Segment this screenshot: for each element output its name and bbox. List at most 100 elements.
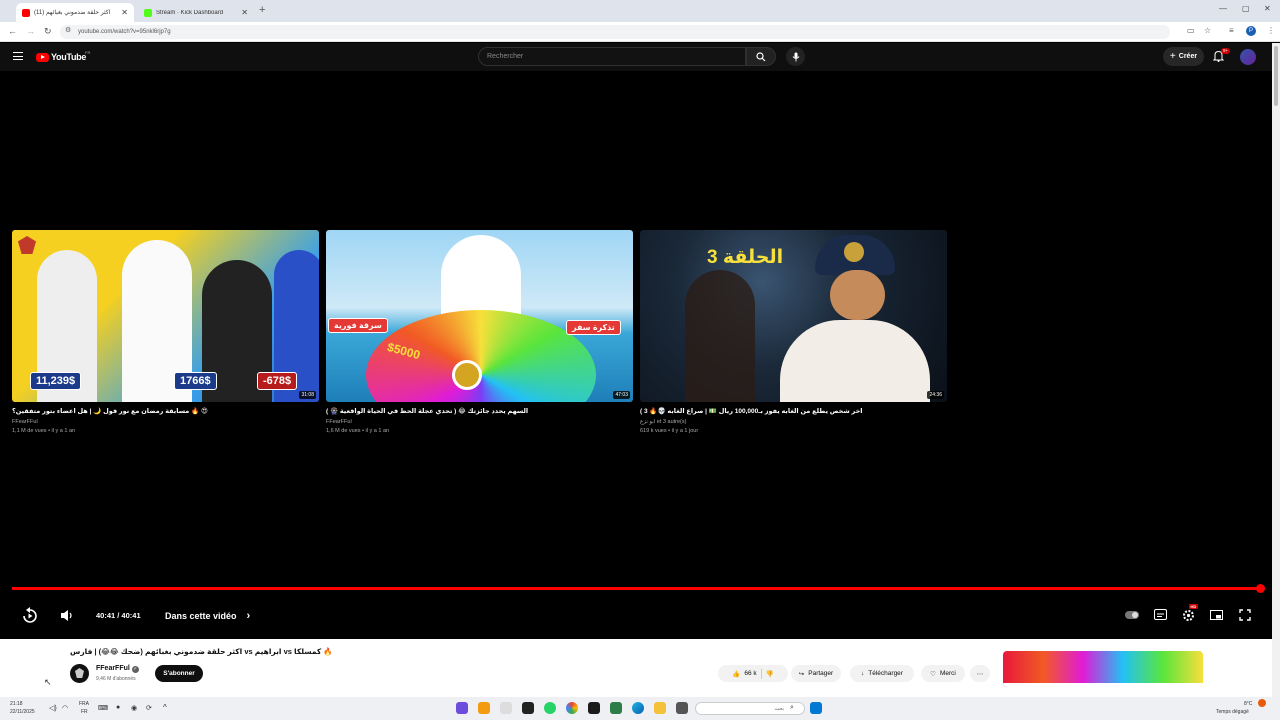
video-thumbnail: 11,239$ 1766$ -678$ 31:08 — [12, 230, 319, 402]
mic-tray-icon[interactable]: ● — [116, 704, 120, 711]
browser-menu-icon[interactable]: ⋮ — [1267, 26, 1275, 35]
chapter-button[interactable]: Dans cette vidéo › — [165, 610, 250, 622]
thanks-heart-icon: ♡ — [930, 670, 936, 678]
replay-icon[interactable] — [21, 607, 39, 625]
new-tab-icon[interactable]: + — [259, 4, 265, 16]
thumbnail-label: تذكرة سفر — [566, 320, 621, 335]
video-title[interactable]: 😍 🔥 مسابقة رمضان مع نور فول 🌙 | هل اعضاء… — [12, 407, 319, 415]
copilot-icon[interactable] — [456, 702, 468, 714]
profile-avatar[interactable]: P — [1246, 26, 1256, 36]
endscreen-video-1[interactable]: 11,239$ 1766$ -678$ 31:08 😍 🔥 مسابقة رمض… — [12, 230, 319, 434]
app-icon[interactable] — [676, 702, 688, 714]
video-thumbnail: سرقة فورية تذكرة سفر $5000 47:03 — [326, 230, 633, 402]
endscreen-video-3[interactable]: الحلقة 3 24:36 اخر شخص يطلع من الغابه يف… — [640, 230, 947, 434]
video-channel[interactable]: FFearFFul — [326, 419, 633, 425]
search-input[interactable]: Rechercher — [478, 47, 746, 66]
video-meta: 619 k vues • il y a 1 jour — [640, 428, 699, 434]
lang-top[interactable]: FRA — [79, 701, 89, 707]
channel-logo-icon — [75, 668, 84, 678]
app-icon[interactable] — [610, 702, 622, 714]
lang-bottom[interactable]: FR — [81, 709, 88, 715]
notifications-badge: 9+ — [1221, 48, 1231, 54]
keyboard-icon[interactable]: ⌨ — [98, 704, 108, 712]
search-icon: ⌕ — [790, 704, 794, 711]
reload-icon[interactable]: ↻ — [44, 26, 52, 37]
thumbnail-label: 11,239$ — [30, 372, 82, 390]
thumbs-down-icon[interactable]: 👎 — [766, 670, 774, 678]
video-channel[interactable]: FFearFFul — [12, 419, 319, 425]
video-title[interactable]: اخر شخص يطلع من الغابه يفوز بـ100,000 ري… — [640, 407, 947, 415]
autoplay-toggle[interactable] — [1125, 611, 1139, 619]
app-icon[interactable] — [500, 702, 512, 714]
minimize-icon[interactable]: — — [1219, 4, 1227, 13]
scrollbar-thumb[interactable] — [1274, 46, 1278, 106]
settings-gear-icon[interactable] — [1182, 609, 1195, 622]
close-tab-icon[interactable]: ✕ — [241, 8, 248, 17]
thanks-label: Merci — [939, 670, 956, 677]
maximize-icon[interactable]: ▢ — [1242, 4, 1250, 13]
weather-temp[interactable]: 8°C — [1244, 701, 1252, 707]
create-button[interactable]: + Créer — [1163, 47, 1204, 66]
endscreen-video-2[interactable]: سرقة فورية تذكرة سفر $5000 47:03 السهم ي… — [326, 230, 633, 434]
cast-icon[interactable]: ▭ — [1187, 26, 1195, 35]
account-avatar[interactable] — [1240, 49, 1256, 65]
edge-icon[interactable] — [632, 702, 644, 714]
scrubber-handle[interactable] — [1256, 584, 1265, 593]
tab-youtube[interactable]: (11) اكثر حلقة ضدموني بغبائهم ✕ — [16, 3, 134, 22]
forward-icon[interactable]: → — [26, 26, 35, 36]
chrome-icon[interactable] — [566, 702, 578, 714]
site-info-icon[interactable]: ⚙ — [65, 26, 71, 34]
youtube-header: YouTube FR Rechercher + Créer 9+ — [0, 43, 1272, 71]
page-scrollbar[interactable] — [1272, 43, 1280, 697]
share-button[interactable]: ↪ Partager — [791, 665, 841, 682]
video-meta: 1,1 M de vues • il y a 1 an — [12, 428, 76, 434]
tray-app-icon[interactable]: ⟳ — [146, 704, 152, 712]
thumbnail-label: سرقة فورية — [328, 318, 388, 333]
subscribe-button[interactable]: S'abonner — [155, 665, 203, 682]
hamburger-menu-icon[interactable] — [13, 52, 23, 60]
extensions-icon[interactable]: ≡ — [1229, 26, 1234, 35]
miniplayer-icon[interactable] — [1210, 610, 1223, 620]
youtube-favicon-icon — [22, 8, 30, 17]
tab-kick[interactable]: Stream · Kick Dashboard ✕ — [138, 3, 254, 22]
more-actions-button[interactable]: ⋯ — [970, 665, 990, 682]
volume-tray-icon[interactable]: ◁) — [49, 704, 57, 712]
video-title[interactable]: السهم يحدد جائزتك 😂 ( تحدي عجلة الحظ في … — [326, 407, 633, 415]
thanks-button[interactable]: ♡ Merci — [921, 665, 965, 682]
video-player[interactable]: 11,239$ 1766$ -678$ 31:08 😍 🔥 مسابقة رمض… — [0, 71, 1272, 639]
video-channel[interactable]: ابو نزع et 3 autre(s) — [640, 419, 947, 425]
chevron-up-icon[interactable]: ^ — [163, 703, 167, 712]
wifi-icon[interactable]: ◠ — [62, 704, 68, 712]
video-meta: 1,6 M de vues • il y a 1 an — [326, 428, 390, 434]
app-icon[interactable] — [588, 702, 600, 714]
fullscreen-icon[interactable] — [1239, 609, 1251, 621]
back-icon[interactable]: ← — [8, 26, 17, 36]
mouse-cursor-icon: ↖ — [44, 677, 52, 687]
quality-badge: HD — [1189, 604, 1198, 609]
youtube-logo[interactable]: YouTube — [36, 52, 86, 62]
download-icon: ↓ — [861, 670, 865, 677]
channel-name[interactable]: FFearFFul ✓ — [96, 665, 139, 673]
download-button[interactable]: ↓ Télécharger — [850, 665, 914, 682]
close-window-icon[interactable]: ✕ — [1264, 4, 1271, 13]
search-button[interactable] — [746, 47, 776, 66]
share-label: Partager — [808, 670, 834, 677]
app-icon[interactable] — [478, 702, 490, 714]
taskbar-search-input[interactable]: بحث — [695, 702, 805, 715]
windows-start-icon[interactable] — [810, 702, 822, 714]
close-tab-icon[interactable]: ✕ — [121, 8, 128, 17]
volume-icon[interactable] — [60, 609, 74, 622]
bookmark-star-icon[interactable]: ☆ — [1204, 26, 1211, 35]
subtitles-icon[interactable] — [1154, 609, 1167, 620]
sidebar-video-thumbnail[interactable] — [1003, 651, 1203, 687]
weather-desc[interactable]: Temps dégagé — [1216, 709, 1249, 715]
progress-bar[interactable] — [12, 587, 1261, 590]
file-explorer-icon[interactable] — [654, 702, 666, 714]
whatsapp-icon[interactable] — [544, 702, 556, 714]
voice-search-button[interactable] — [786, 47, 805, 66]
channel-avatar[interactable] — [70, 664, 89, 683]
app-icon[interactable] — [522, 702, 534, 714]
like-button[interactable]: 👍 66 k — [732, 670, 756, 678]
tray-app-icon[interactable]: ◉ — [131, 704, 137, 712]
url-input[interactable]: youtube.com/watch?v=95nkl6rjp7g — [60, 25, 1170, 39]
